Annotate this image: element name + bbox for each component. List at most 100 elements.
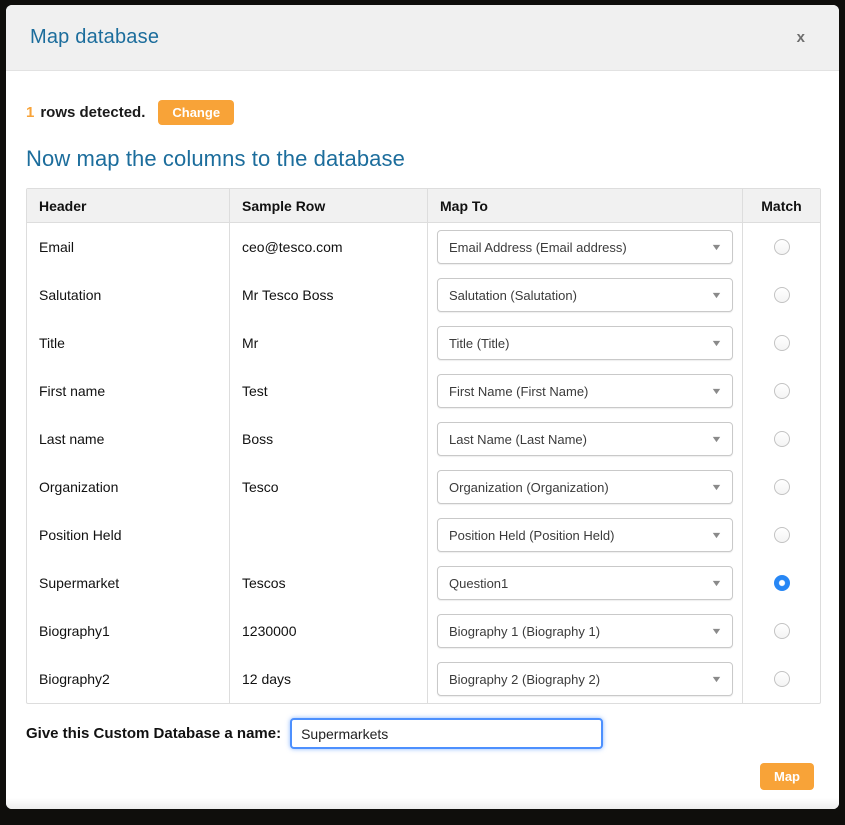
row-match-cell [742, 607, 820, 655]
match-radio[interactable] [774, 575, 790, 591]
row-sample-cell: ceo@tesco.com [229, 223, 427, 271]
table-row: Title Mr Title (Title) ▼ [27, 319, 820, 367]
row-match-cell [742, 463, 820, 511]
map-to-selected-value: Position Held (Position Held) [449, 528, 614, 543]
row-sample-cell: Test [229, 367, 427, 415]
map-to-select[interactable]: Email Address (Email address) ▼ [437, 230, 733, 264]
map-to-selected-value: Email Address (Email address) [449, 240, 627, 255]
modal-body: 1 rows detected. Change Now map the colu… [6, 71, 839, 754]
modal-footer: Map [6, 754, 839, 798]
match-radio[interactable] [774, 431, 790, 447]
page-title: Now map the columns to the database [26, 146, 819, 172]
mapping-table: Header Sample Row Map To Match Email ceo… [26, 188, 821, 704]
row-header-cell: Title [27, 319, 229, 367]
column-header-sample: Sample Row [229, 189, 427, 222]
table-row: First name Test First Name (First Name) … [27, 367, 820, 415]
row-sample-cell: Tesco [229, 463, 427, 511]
row-header-label: Email [39, 239, 74, 255]
map-to-select[interactable]: Biography 2 (Biography 2) ▼ [437, 662, 733, 696]
row-mapto-cell: First Name (First Name) ▼ [427, 367, 742, 415]
row-header-cell: Email [27, 223, 229, 271]
row-mapto-cell: Last Name (Last Name) ▼ [427, 415, 742, 463]
row-sample-cell: 12 days [229, 655, 427, 703]
row-sample-value: 1230000 [242, 623, 297, 639]
map-to-select[interactable]: Position Held (Position Held) ▼ [437, 518, 733, 552]
row-match-cell [742, 415, 820, 463]
modal-footer-strip [6, 798, 839, 809]
map-to-selected-value: Salutation (Salutation) [449, 288, 577, 303]
rows-detected-line: 1 rows detected. Change [26, 100, 819, 125]
map-to-selected-value: Question1 [449, 576, 508, 591]
row-header-cell: Last name [27, 415, 229, 463]
row-header-label: Biography2 [39, 671, 110, 687]
match-radio[interactable] [774, 527, 790, 543]
match-radio[interactable] [774, 287, 790, 303]
map-to-select[interactable]: Title (Title) ▼ [437, 326, 733, 360]
chevron-down-icon: ▼ [710, 578, 722, 588]
row-header-cell: Organization [27, 463, 229, 511]
table-body: Email ceo@tesco.com Email Address (Email… [27, 223, 820, 703]
match-radio[interactable] [774, 383, 790, 399]
chevron-down-icon: ▼ [710, 290, 722, 300]
map-database-modal: Map database x 1 rows detected. Change N… [6, 5, 839, 809]
row-header-label: Position Held [39, 527, 122, 543]
table-row: Organization Tesco Organization (Organiz… [27, 463, 820, 511]
row-sample-cell: Boss [229, 415, 427, 463]
map-to-select[interactable]: Organization (Organization) ▼ [437, 470, 733, 504]
database-name-input[interactable] [290, 718, 603, 749]
row-sample-value: Tescos [242, 575, 286, 591]
row-match-cell [742, 271, 820, 319]
row-sample-cell: 1230000 [229, 607, 427, 655]
row-sample-value: Tesco [242, 479, 279, 495]
change-button[interactable]: Change [158, 100, 234, 125]
table-row: Biography2 12 days Biography 2 (Biograph… [27, 655, 820, 703]
map-to-select[interactable]: Salutation (Salutation) ▼ [437, 278, 733, 312]
match-radio[interactable] [774, 671, 790, 687]
map-to-select[interactable]: Question1 ▼ [437, 566, 733, 600]
row-match-cell [742, 559, 820, 607]
chevron-down-icon: ▼ [710, 482, 722, 492]
modal-title: Map database [30, 26, 159, 49]
row-mapto-cell: Email Address (Email address) ▼ [427, 223, 742, 271]
match-radio[interactable] [774, 335, 790, 351]
row-header-cell: First name [27, 367, 229, 415]
match-radio[interactable] [774, 623, 790, 639]
table-row: Email ceo@tesco.com Email Address (Email… [27, 223, 820, 271]
row-mapto-cell: Organization (Organization) ▼ [427, 463, 742, 511]
column-header-header: Header [27, 189, 229, 222]
row-header-label: Supermarket [39, 575, 119, 591]
map-to-select[interactable]: First Name (First Name) ▼ [437, 374, 733, 408]
row-header-label: Title [39, 335, 65, 351]
close-icon[interactable]: x [791, 26, 811, 49]
chevron-down-icon: ▼ [710, 674, 722, 684]
row-header-label: Salutation [39, 287, 101, 303]
map-to-select[interactable]: Biography 1 (Biography 1) ▼ [437, 614, 733, 648]
row-header-cell: Position Held [27, 511, 229, 559]
table-row: Position Held Position Held (Position He… [27, 511, 820, 559]
row-match-cell [742, 223, 820, 271]
match-radio[interactable] [774, 479, 790, 495]
map-to-select[interactable]: Last Name (Last Name) ▼ [437, 422, 733, 456]
row-match-cell [742, 655, 820, 703]
row-header-cell: Biography1 [27, 607, 229, 655]
table-header-row: Header Sample Row Map To Match [27, 189, 820, 223]
database-name-label: Give this Custom Database a name: [26, 725, 281, 742]
row-sample-cell: Tescos [229, 559, 427, 607]
row-mapto-cell: Biography 2 (Biography 2) ▼ [427, 655, 742, 703]
row-header-label: Organization [39, 479, 118, 495]
column-header-mapto: Map To [427, 189, 742, 222]
row-match-cell [742, 319, 820, 367]
row-match-cell [742, 367, 820, 415]
map-button[interactable]: Map [760, 763, 814, 790]
row-mapto-cell: Question1 ▼ [427, 559, 742, 607]
row-header-label: Last name [39, 431, 104, 447]
row-sample-value: Mr Tesco Boss [242, 287, 334, 303]
table-row: Salutation Mr Tesco Boss Salutation (Sal… [27, 271, 820, 319]
row-sample-cell: Mr [229, 319, 427, 367]
row-sample-value: ceo@tesco.com [242, 239, 343, 255]
row-header-cell: Supermarket [27, 559, 229, 607]
match-radio[interactable] [774, 239, 790, 255]
row-mapto-cell: Salutation (Salutation) ▼ [427, 271, 742, 319]
table-row: Last name Boss Last Name (Last Name) ▼ [27, 415, 820, 463]
row-header-cell: Salutation [27, 271, 229, 319]
